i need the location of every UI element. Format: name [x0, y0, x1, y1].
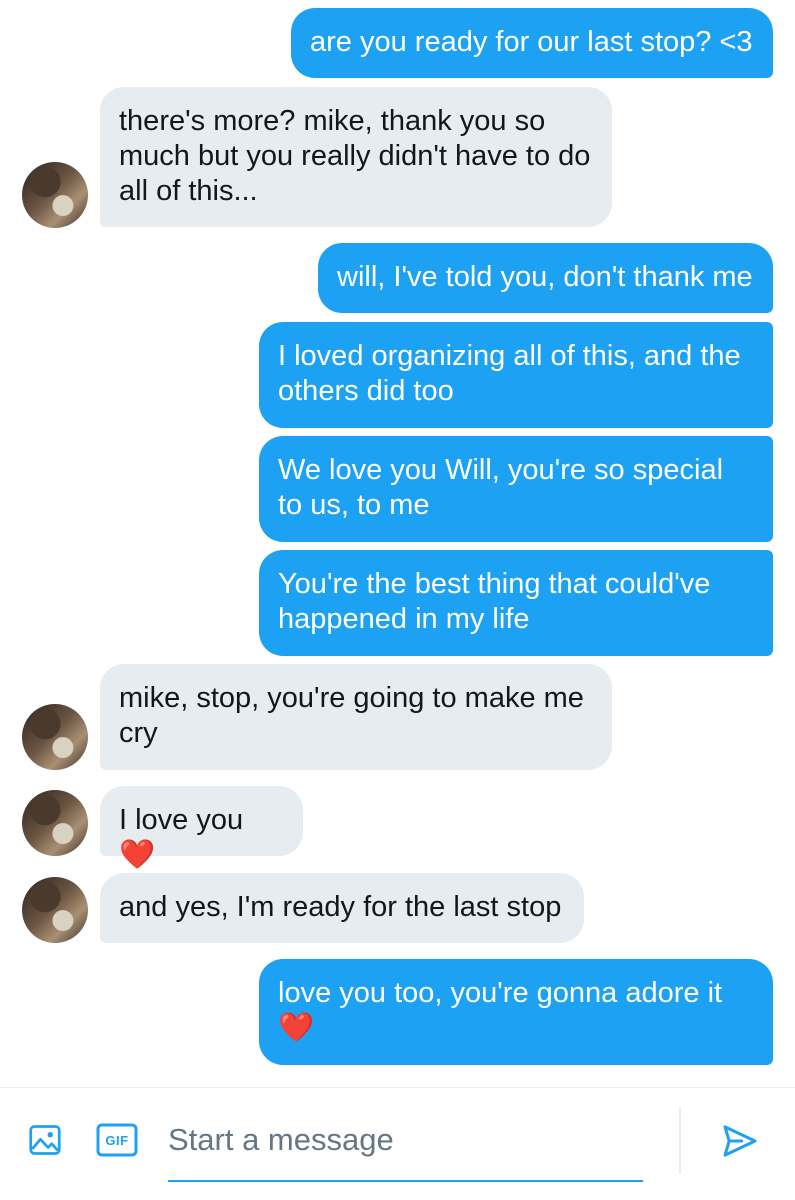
- heart-emoji: ❤️: [119, 839, 156, 871]
- image-icon: [29, 1125, 61, 1155]
- message-bubble-outgoing[interactable]: love you too, you're gonna adore it ❤️: [259, 959, 773, 1065]
- message-text: I loved organizing all of this, and the …: [278, 340, 741, 407]
- send-button[interactable]: [716, 1118, 764, 1164]
- message-thread: are you ready for our last stop? <3 ther…: [0, 0, 795, 1087]
- message-text: love you too, you're gonna adore it: [278, 977, 723, 1009]
- send-icon: [723, 1125, 757, 1157]
- heart-emoji: ❤️: [278, 1012, 315, 1044]
- message-text: We love you Will, you're so special to u…: [278, 454, 724, 521]
- avatar[interactable]: [22, 877, 88, 943]
- message-bubble-outgoing[interactable]: will, I've told you, don't thank me: [318, 243, 773, 313]
- message-input[interactable]: [168, 1115, 643, 1165]
- message-bubble-outgoing[interactable]: I loved organizing all of this, and the …: [259, 322, 773, 428]
- message-text: are you ready for our last stop? <3: [310, 26, 753, 58]
- message-bubble-outgoing[interactable]: are you ready for our last stop? <3: [291, 8, 773, 78]
- message-text: I love you: [119, 804, 244, 836]
- input-underline: [168, 1180, 643, 1182]
- avatar[interactable]: [22, 704, 88, 770]
- message-text: You're the best thing that could've happ…: [278, 568, 711, 635]
- message-bubble-incoming[interactable]: and yes, I'm ready for the last stop: [100, 873, 584, 943]
- avatar[interactable]: [22, 790, 88, 856]
- add-photo-button[interactable]: [22, 1117, 68, 1163]
- message-bubble-incoming[interactable]: I love you ❤️: [100, 786, 303, 871]
- message-text: mike, stop, you're going to make me cry: [119, 682, 584, 749]
- message-bubble-incoming[interactable]: mike, stop, you're going to make me cry: [100, 664, 612, 770]
- message-text: there's more? mike, thank you so much bu…: [119, 105, 591, 207]
- message-text: will, I've told you, don't thank me: [337, 261, 753, 293]
- message-bubble-outgoing[interactable]: You're the best thing that could've happ…: [259, 550, 773, 656]
- message-text: and yes, I'm ready for the last stop: [119, 891, 562, 923]
- message-bubble-incoming[interactable]: there's more? mike, thank you so much bu…: [100, 87, 612, 227]
- message-bubble-outgoing[interactable]: We love you Will, you're so special to u…: [259, 436, 773, 542]
- avatar[interactable]: [22, 162, 88, 228]
- composer-separator: [679, 1108, 681, 1174]
- gif-label: GIF: [105, 1132, 129, 1148]
- gif-button[interactable]: GIF: [96, 1122, 138, 1158]
